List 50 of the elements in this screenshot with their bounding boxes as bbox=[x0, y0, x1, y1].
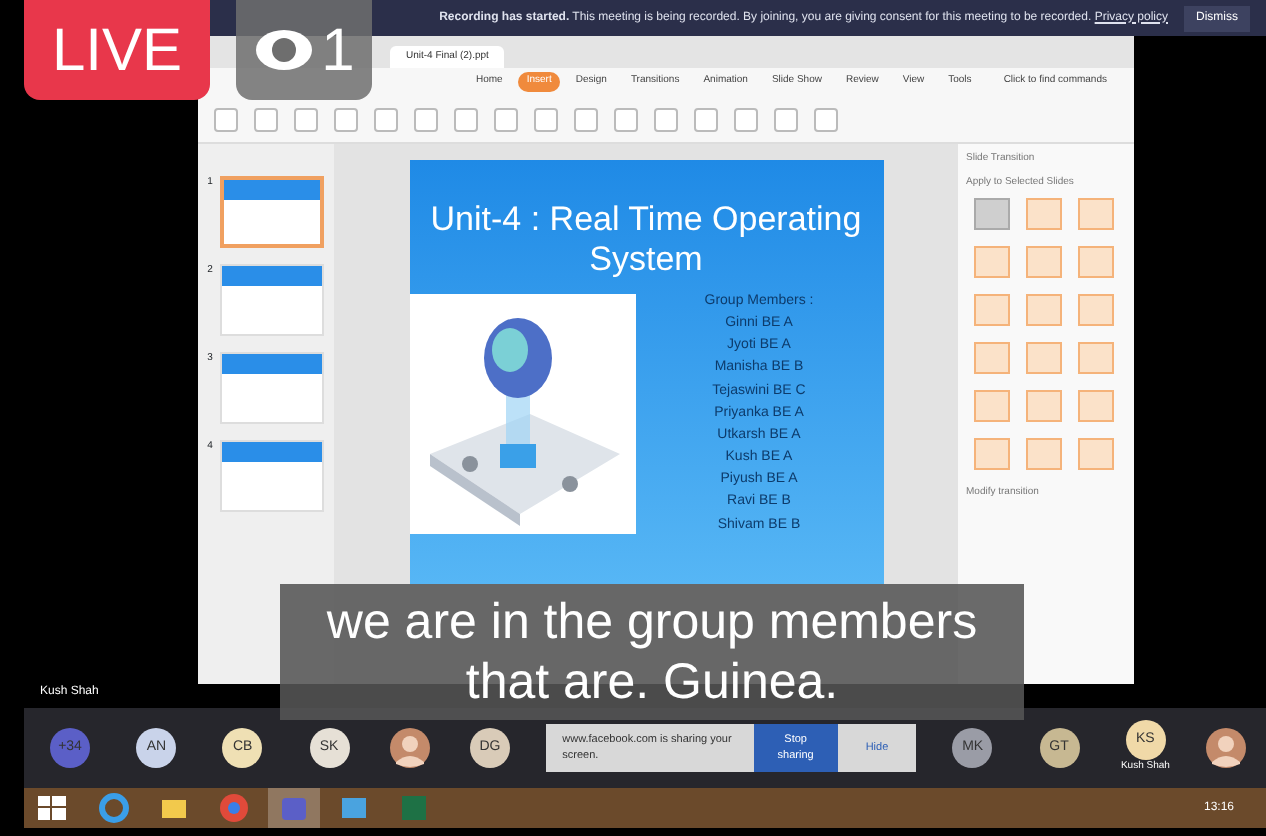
slide-thumbnail[interactable] bbox=[220, 264, 325, 336]
slide-thumbnail[interactable] bbox=[220, 352, 325, 424]
transition-option[interactable] bbox=[1078, 246, 1114, 278]
toolbar-icon[interactable] bbox=[814, 107, 838, 131]
transition-option[interactable] bbox=[1078, 390, 1114, 422]
avatar-icon bbox=[1205, 728, 1246, 768]
browser-icon[interactable] bbox=[96, 790, 132, 826]
toolbar-icon[interactable] bbox=[374, 107, 398, 131]
eye-icon bbox=[253, 26, 314, 74]
chrome-icon[interactable] bbox=[216, 790, 252, 826]
toolbar-icon[interactable] bbox=[574, 107, 598, 131]
transition-option[interactable] bbox=[1026, 438, 1062, 470]
transition-option[interactable] bbox=[1078, 294, 1114, 326]
toolbar-icon[interactable] bbox=[214, 107, 238, 131]
transition-option[interactable] bbox=[974, 342, 1010, 374]
caption-line: we are in the group members bbox=[324, 592, 980, 652]
toolbar-icon[interactable] bbox=[334, 107, 358, 131]
avatar-icon bbox=[389, 728, 430, 768]
toolbar-icon[interactable] bbox=[614, 107, 638, 131]
toolbar-icon[interactable] bbox=[294, 107, 318, 131]
toolbar-icon[interactable] bbox=[774, 107, 798, 131]
live-badge: LIVE bbox=[24, 0, 210, 100]
toolbar-icon[interactable] bbox=[414, 107, 438, 131]
toolbar-icon[interactable] bbox=[494, 107, 518, 131]
toolbar-icon[interactable] bbox=[534, 107, 558, 131]
toolbar-icon[interactable] bbox=[734, 107, 758, 131]
excel-icon[interactable] bbox=[396, 790, 432, 826]
slide-title: Unit-4 : Real Time Operating System bbox=[428, 198, 864, 282]
transition-option[interactable] bbox=[1078, 438, 1114, 470]
transition-option[interactable] bbox=[1078, 342, 1114, 374]
viewer-count: 1 bbox=[321, 15, 355, 87]
transition-option[interactable] bbox=[974, 246, 1010, 278]
transition-option[interactable] bbox=[974, 438, 1010, 470]
slide-thumbnail[interactable] bbox=[220, 176, 325, 248]
transition-option[interactable] bbox=[974, 294, 1010, 326]
toolbar-icon[interactable] bbox=[694, 107, 718, 131]
transition-option[interactable] bbox=[1026, 342, 1062, 374]
transition-option[interactable] bbox=[1078, 198, 1114, 230]
transition-option[interactable] bbox=[974, 390, 1010, 422]
toolbar-icon[interactable] bbox=[254, 107, 278, 131]
slide-thumbnail[interactable] bbox=[220, 440, 325, 512]
windows-icon bbox=[36, 794, 68, 822]
transition-option[interactable] bbox=[974, 198, 1010, 230]
transition-option[interactable] bbox=[1026, 246, 1062, 278]
caption-line: that are. Guinea. bbox=[463, 652, 841, 712]
transition-option[interactable] bbox=[1026, 390, 1062, 422]
toolbar-icon[interactable] bbox=[454, 107, 478, 131]
toolbar-icon[interactable] bbox=[654, 107, 678, 131]
transition-option[interactable] bbox=[1026, 294, 1062, 326]
transition-option[interactable] bbox=[1026, 198, 1062, 230]
